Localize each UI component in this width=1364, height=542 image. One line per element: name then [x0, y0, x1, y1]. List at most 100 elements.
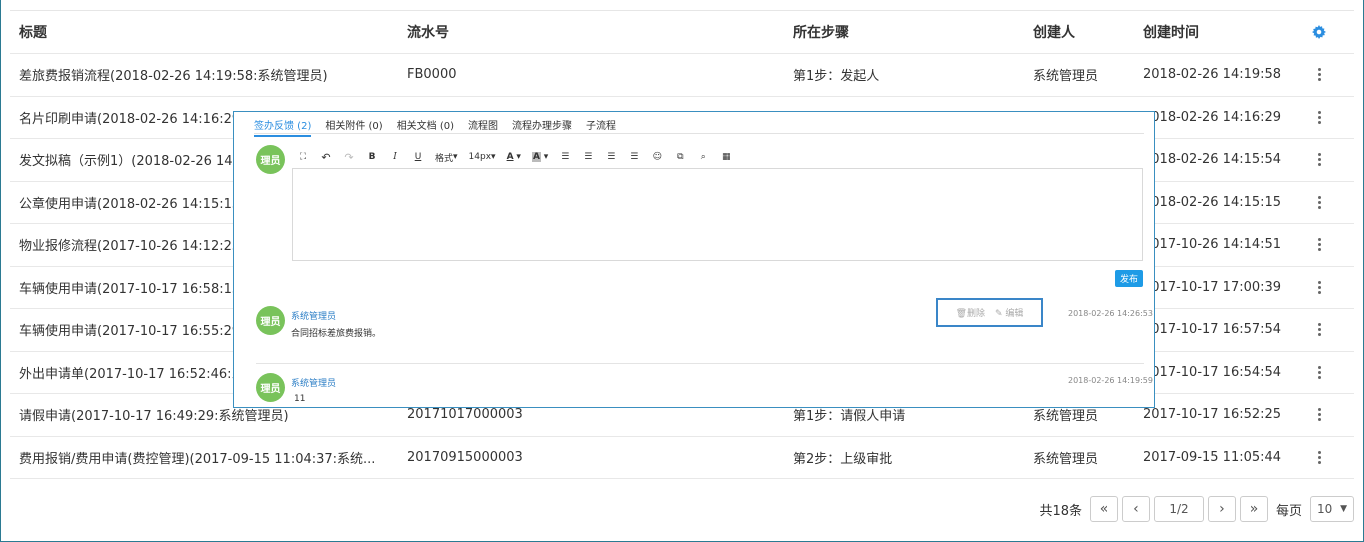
tab-divider	[254, 133, 1144, 134]
row-menu-button[interactable]	[1304, 54, 1334, 96]
row-serial: 20170915000003	[407, 449, 523, 465]
tab-flowchart[interactable]: 流程图	[468, 117, 498, 137]
row-menu-button[interactable]	[1304, 182, 1334, 224]
header-creator[interactable]: 创建人	[1033, 11, 1133, 53]
tab-attachments[interactable]: 相关附件 (0)	[325, 117, 382, 137]
header-serial[interactable]: 流水号	[407, 11, 777, 53]
table-row[interactable]: 费用报销/费用申请(费控管理)(2017-09-15 11:04:37:系统..…	[10, 437, 1354, 479]
bg-color-label: A	[531, 152, 541, 162]
header-step[interactable]: 所在步骤	[793, 11, 1023, 53]
first-page-button[interactable]: «	[1089, 496, 1118, 522]
tab-feedback[interactable]: 签办反馈 (2)	[254, 117, 312, 137]
prev-page-button[interactable]: ‹	[1121, 496, 1150, 522]
bold-icon[interactable]: B	[366, 151, 378, 163]
row-created: 2017-10-17 16:52:25	[1143, 407, 1282, 423]
align-justify-icon[interactable]: ☰	[628, 151, 640, 163]
row-menu-button[interactable]	[1304, 224, 1334, 266]
more-vertical-icon	[1317, 450, 1321, 464]
avatar: 理员	[256, 145, 285, 174]
next-page-button[interactable]: ›	[1207, 496, 1236, 522]
redo-icon[interactable]: ↷	[343, 151, 355, 164]
editor-toolbar: ⛶ ↶ ↷ B I U 格式 ▾ 14px ▾ A ▾ A ▾ ☰ ☰ ☰ ☰ ☺ …	[297, 150, 732, 164]
row-created: 2017-10-17 17:00:39	[1143, 279, 1282, 295]
align-center-icon[interactable]: ☰	[605, 151, 617, 163]
tab-documents[interactable]: 相关文档 (0)	[397, 117, 454, 137]
tab-subprocess[interactable]: 子流程	[586, 117, 616, 137]
align-left-icon[interactable]: ☰	[559, 151, 571, 163]
comment-time: 2018-02-26 14:19:59	[1068, 376, 1153, 385]
page-input[interactable]: 1/2	[1153, 496, 1204, 522]
edit-label: 编辑	[1005, 309, 1024, 319]
row-title[interactable]: 差旅费报销流程(2018-02-26 14:19:58:系统管理员)	[19, 54, 389, 96]
fullscreen-icon[interactable]: ⛶	[297, 151, 309, 163]
row-menu-button[interactable]	[1304, 267, 1334, 309]
comment-editor[interactable]	[292, 168, 1143, 261]
copy-icon[interactable]: ⧉	[674, 151, 686, 163]
row-menu-button[interactable]	[1304, 394, 1334, 436]
row-menu-button[interactable]	[1304, 139, 1334, 181]
comment-author[interactable]: 系统管理员	[291, 309, 336, 322]
comment-text: 合同招标差旅费报销。	[291, 329, 382, 339]
more-vertical-icon	[1317, 68, 1321, 82]
header-title[interactable]: 标题	[19, 11, 389, 53]
comment-time: 2018-02-26 14:26:53	[1068, 309, 1153, 318]
row-step: 第2步：上级审批	[793, 451, 893, 467]
align-right-icon[interactable]: ☰	[582, 151, 594, 163]
bg-color-icon[interactable]: A ▾	[531, 151, 548, 163]
font-color-label: A	[506, 152, 514, 162]
format-dropdown[interactable]: 格式 ▾	[435, 151, 458, 164]
total-count: 共18条	[1039, 503, 1082, 519]
per-page-select[interactable]: 10 ▼	[1310, 496, 1354, 522]
row-title[interactable]: 费用报销/费用申请(费控管理)(2017-09-15 11:04:37:系统..…	[19, 437, 389, 479]
more-vertical-icon	[1317, 365, 1321, 379]
delete-button[interactable]: 🗑删除	[956, 306, 985, 319]
row-created: 2018-02-26 14:19:58	[1143, 67, 1282, 83]
row-menu-button[interactable]	[1304, 437, 1334, 479]
italic-icon[interactable]: I	[389, 151, 401, 163]
last-page-button[interactable]: »	[1239, 496, 1268, 522]
edit-button[interactable]: ✎ 编辑	[995, 306, 1023, 319]
column-settings-button[interactable]	[1304, 11, 1334, 53]
format-label: 格式	[435, 153, 454, 164]
comment-divider	[256, 363, 1144, 364]
font-size-dropdown[interactable]: 14px ▾	[469, 151, 496, 163]
row-created: 2017-10-26 14:14:51	[1143, 237, 1282, 253]
more-vertical-icon	[1317, 408, 1321, 422]
feedback-popup: 签办反馈 (2) 相关附件 (0) 相关文档 (0) 流程图 流程办理步骤 子流…	[233, 111, 1155, 408]
underline-icon[interactable]: U	[412, 151, 424, 163]
table-header-row: 标题 流水号 所在步骤 创建人 创建时间	[10, 11, 1354, 54]
avatar: 理员	[256, 373, 285, 402]
publish-button[interactable]: 发布	[1115, 270, 1143, 287]
row-created: 2018-02-26 14:16:29	[1143, 109, 1282, 125]
row-menu-button[interactable]	[1304, 352, 1334, 394]
popup-tabs: 签办反馈 (2) 相关附件 (0) 相关文档 (0) 流程图 流程办理步骤 子流…	[254, 117, 616, 137]
more-vertical-icon	[1317, 110, 1321, 124]
row-menu-button[interactable]	[1304, 309, 1334, 351]
more-vertical-icon	[1317, 238, 1321, 252]
font-color-icon[interactable]: A ▾	[507, 151, 521, 163]
row-created: 2018-02-26 14:15:54	[1143, 152, 1282, 168]
comment-author[interactable]: 系统管理员	[291, 376, 336, 389]
per-page-label: 每页	[1275, 503, 1302, 519]
undo-icon[interactable]: ↶	[320, 151, 332, 164]
emoji-icon[interactable]: ☺	[651, 151, 663, 163]
delete-label: 删除	[967, 309, 986, 319]
table-row[interactable]: 差旅费报销流程(2018-02-26 14:19:58:系统管理员) FB0000…	[10, 54, 1354, 97]
per-page-value: 10	[1317, 502, 1333, 516]
row-step: 第1步：发起人	[793, 69, 880, 85]
row-menu-button[interactable]	[1304, 97, 1334, 139]
caret-down-icon: ▼	[1340, 504, 1347, 514]
avatar: 理员	[256, 306, 285, 335]
header-created[interactable]: 创建时间	[1143, 11, 1303, 53]
more-vertical-icon	[1317, 195, 1321, 209]
row-created: 2018-02-26 14:15:15	[1143, 194, 1282, 210]
attachment-icon[interactable]: ⌕	[697, 151, 709, 163]
row-creator: 系统管理员	[1033, 69, 1099, 85]
tab-steps[interactable]: 流程办理步骤	[512, 117, 572, 137]
row-serial: FB0000	[407, 67, 457, 83]
table-icon[interactable]: ▦	[720, 151, 732, 163]
more-vertical-icon	[1317, 280, 1321, 294]
row-creator: 系统管理员	[1033, 451, 1099, 467]
more-vertical-icon	[1317, 153, 1321, 167]
row-created: 2017-10-17 16:54:54	[1143, 364, 1282, 380]
